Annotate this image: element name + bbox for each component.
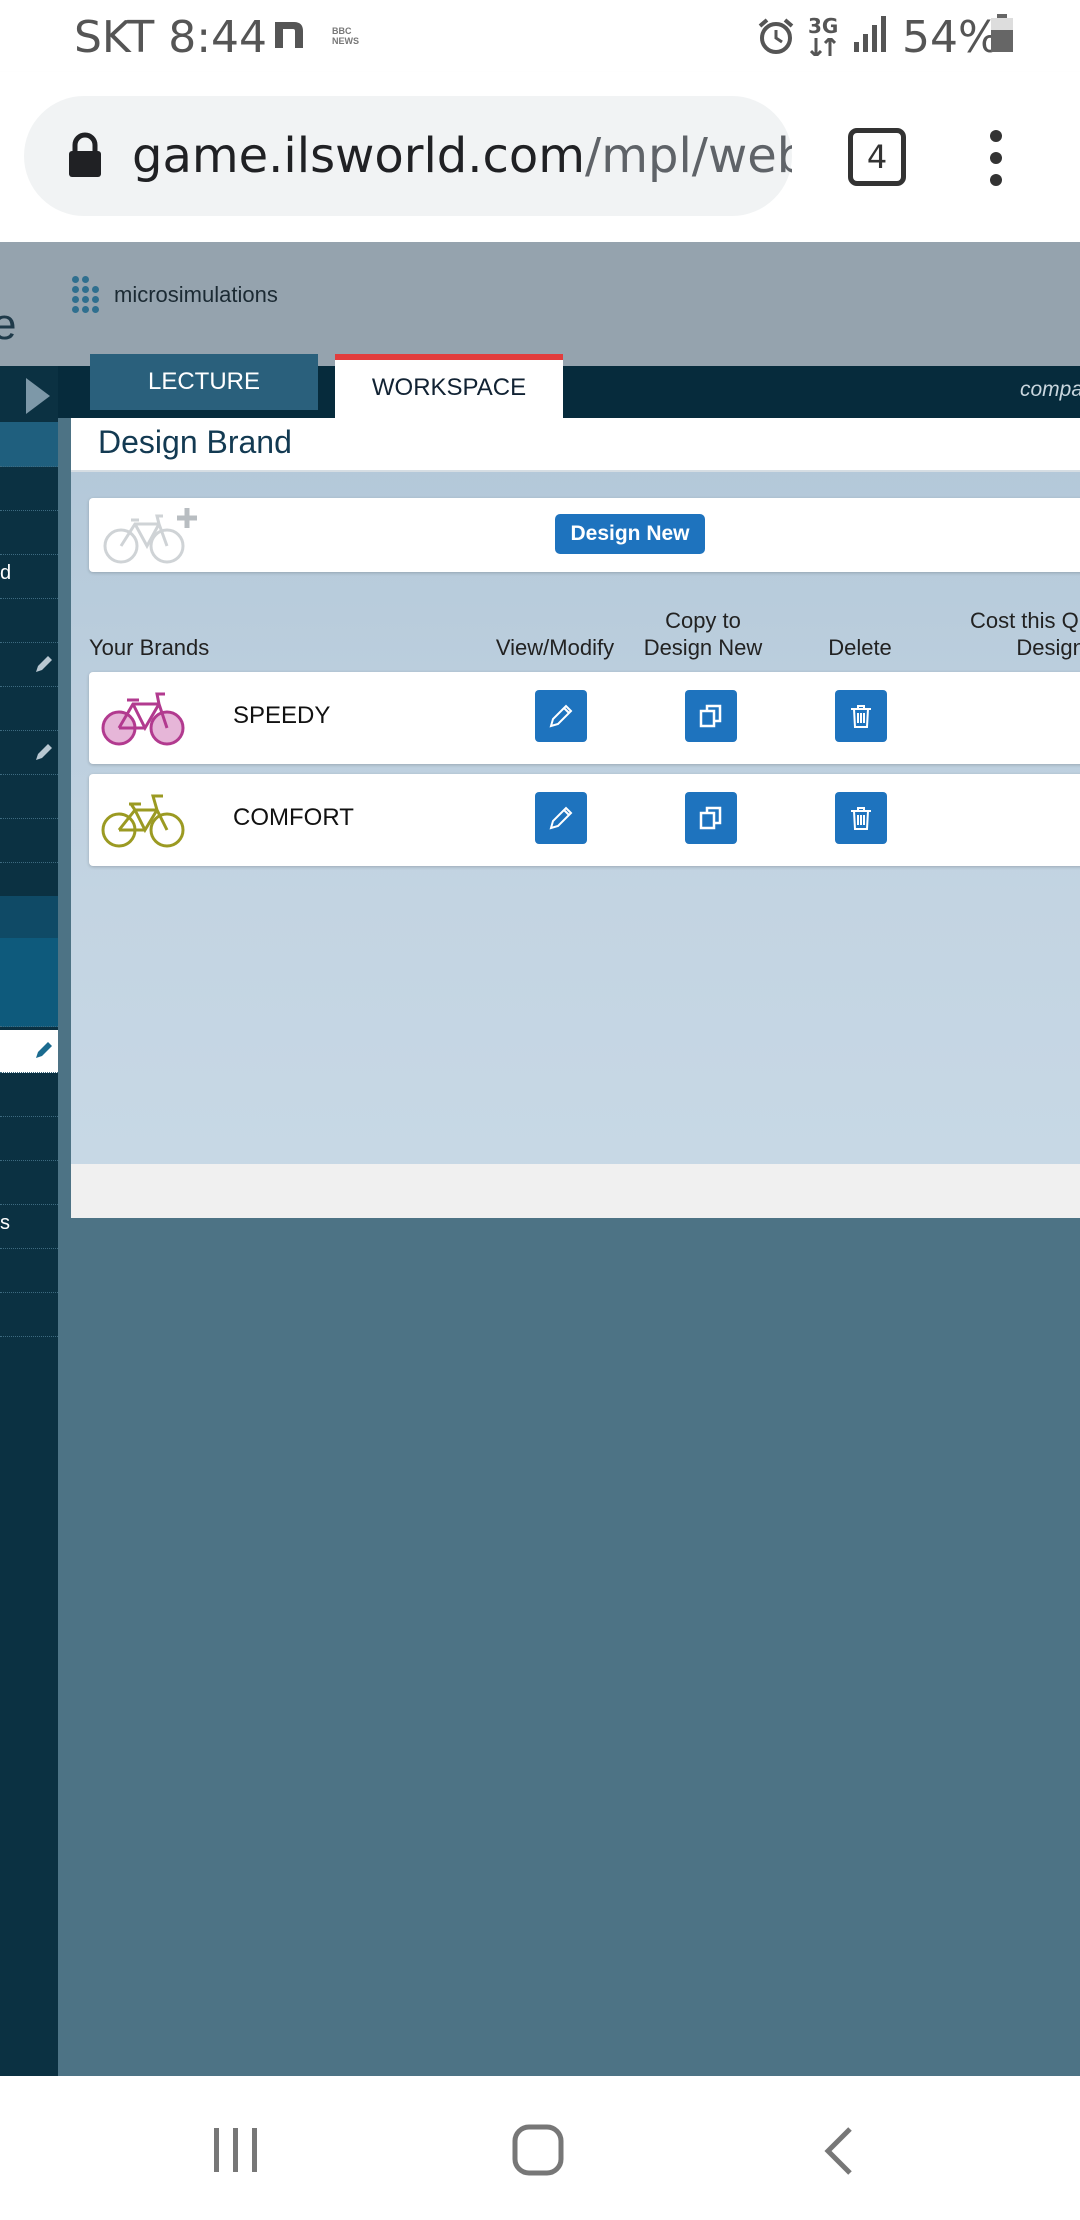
sidebar-item[interactable]	[0, 896, 58, 939]
sidebar-item[interactable]	[0, 598, 58, 643]
back-icon[interactable]	[822, 2126, 856, 2181]
url-text[interactable]: game.ilsworld.com/mpl/webb/	[132, 96, 792, 216]
sidebar-item[interactable]	[0, 938, 58, 983]
notification-n-icon	[272, 18, 306, 50]
url-host: game.ilsworld.com	[132, 128, 586, 184]
trash-icon	[851, 807, 871, 830]
brand-row: SPEEDY	[89, 672, 1080, 764]
brand-name: COMFORT	[233, 804, 354, 831]
battery-icon	[990, 14, 1014, 52]
microsimulations-logo-icon	[70, 276, 102, 314]
address-bar[interactable]: game.ilsworld.com/mpl/webb/	[24, 96, 792, 216]
design-brand-panel: Design Brand Design New Your Brands View…	[71, 418, 1080, 1218]
delete-button[interactable]	[835, 792, 887, 844]
pencil-icon	[549, 806, 573, 830]
expand-sidebar-icon[interactable]	[26, 378, 50, 419]
trash-icon	[851, 705, 871, 728]
app-title: microsimulations	[114, 282, 278, 307]
pencil-icon	[549, 704, 573, 728]
col-view-modify: View/Modify	[495, 635, 615, 660]
browser-toolbar: game.ilsworld.com/mpl/webb/ 4	[0, 72, 1080, 242]
panel-title: Design Brand	[98, 424, 292, 460]
logo-fragment: e	[0, 300, 17, 349]
copy-icon	[699, 806, 722, 830]
design-new-button[interactable]: Design New	[555, 514, 705, 554]
sidebar-item[interactable]	[0, 982, 58, 1027]
col-cost: Cost this Qu Design/	[969, 608, 1080, 660]
delete-button[interactable]	[835, 690, 887, 742]
alarm-icon	[756, 16, 796, 61]
home-icon[interactable]	[512, 2124, 564, 2181]
sidebar-item[interactable]	[0, 774, 58, 819]
tab-workspace[interactable]: WORKSPACE	[335, 354, 563, 418]
col-copy: Copy to Design New	[643, 608, 763, 660]
sidebar-item[interactable]	[0, 1072, 58, 1117]
sidebar-item[interactable]	[0, 1248, 58, 1293]
sidebar-item[interactable]	[0, 422, 58, 467]
pencil-icon	[34, 742, 54, 767]
network-type: 3G	[808, 14, 839, 38]
pencil-icon	[34, 654, 54, 679]
tab-switcher-button[interactable]: 4	[848, 128, 906, 186]
app-header: e microsimulations	[0, 242, 1080, 366]
speedy-bicycle-icon	[101, 688, 187, 753]
sidebar-item[interactable]	[0, 818, 58, 863]
sidebar-item-label: s	[0, 1212, 10, 1234]
recent-apps-icon[interactable]	[212, 2128, 260, 2177]
url-path: /mpl/webb/	[585, 128, 792, 184]
status-time: SKT 8:44	[74, 12, 268, 63]
view-modify-button[interactable]	[535, 690, 587, 742]
more-options-icon[interactable]	[988, 130, 1004, 186]
system-nav-bar	[0, 2076, 1080, 2220]
design-new-card: Design New	[89, 498, 1080, 572]
bbc-news-icon: BBC NEWS	[332, 26, 359, 46]
col-your-brands: Your Brands	[89, 635, 210, 660]
sidebar-item[interactable]	[0, 466, 58, 511]
panel-header: Design Brand	[71, 418, 1080, 472]
pencil-icon	[34, 1040, 54, 1065]
copy-icon	[699, 704, 722, 728]
bicycle-add-icon	[101, 508, 197, 569]
sidebar-item[interactable]: d	[0, 554, 58, 599]
sidebar-item[interactable]	[0, 1116, 58, 1161]
sidebar-item[interactable]	[0, 642, 58, 687]
col-delete: Delete	[828, 635, 892, 660]
status-bar: SKT 8:44 BBC NEWS 3G 54%	[0, 0, 1080, 72]
signal-icon	[854, 16, 888, 57]
tab-lecture[interactable]: LECTURE	[90, 354, 318, 410]
data-arrows-icon	[809, 35, 837, 61]
sidebar-item-label: d	[0, 562, 12, 584]
copy-to-design-new-button[interactable]	[685, 690, 737, 742]
brand-name: SPEEDY	[233, 702, 331, 729]
sidebar-item-active[interactable]	[0, 1030, 58, 1073]
sidebar-item[interactable]: s	[0, 1204, 58, 1249]
lock-icon	[66, 132, 104, 183]
battery-percent: 54%	[902, 12, 1000, 63]
sidebar-item[interactable]	[0, 1292, 58, 1337]
company-label: compa	[1020, 378, 1080, 401]
brand-row: COMFORT	[89, 774, 1080, 866]
sidebar-item[interactable]	[0, 510, 58, 555]
sidebar-item[interactable]	[0, 1160, 58, 1205]
view-modify-button[interactable]	[535, 792, 587, 844]
comfort-bicycle-icon	[101, 790, 187, 855]
panel-footer	[71, 1164, 1080, 1218]
copy-to-design-new-button[interactable]	[685, 792, 737, 844]
left-sidebar: d s	[0, 366, 58, 2076]
sidebar-item[interactable]	[0, 730, 58, 775]
sidebar-item[interactable]	[0, 686, 58, 731]
